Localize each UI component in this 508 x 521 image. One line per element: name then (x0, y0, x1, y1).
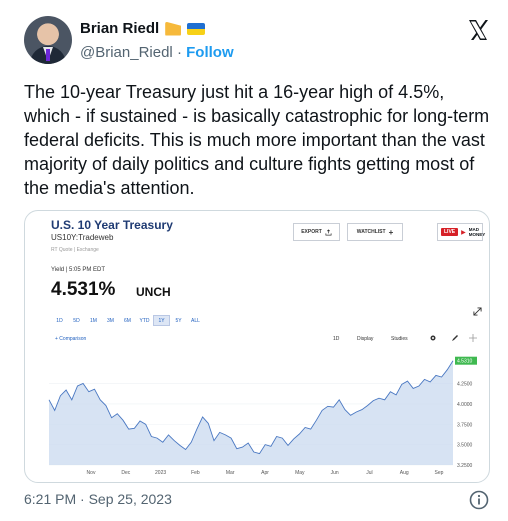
range-1m: 1M (90, 317, 97, 324)
watchlist-label: WATCHLIST (356, 229, 386, 235)
yield-timestamp: Yield | 5:05 PM EDT (51, 267, 106, 273)
author-handle[interactable]: @Brian_Riedl (80, 44, 173, 61)
pencil-icon (452, 335, 458, 341)
yield-value: 4.531% (51, 279, 116, 300)
gear-icon (430, 335, 436, 341)
x-logo-icon[interactable] (466, 18, 490, 42)
range-selector: 1D 5D 1M 3M 6M YTD 1Y 5Y ALL (51, 315, 204, 326)
range-all: ALL (191, 317, 200, 324)
y-tick-label: 3.7500 (457, 422, 473, 428)
quote-title: U.S. 10 Year Treasury (51, 218, 173, 232)
range-3m: 3M (107, 317, 114, 324)
x-tick-label: Mar (226, 470, 235, 476)
x-tick-label: Jun (331, 470, 339, 476)
live-badge: LIVE (441, 228, 459, 236)
tweet-text: The 10-year Treasury just hit a 16-year … (24, 82, 490, 198)
expand-icon (473, 307, 482, 316)
interval-select: 1D (333, 336, 340, 342)
play-icon: ▶ (461, 229, 466, 236)
range-5y: 5Y (175, 317, 182, 324)
chart-toolbar: + Comparison 1D Display Studies (51, 333, 481, 347)
x-tick-label: Sep (435, 470, 444, 476)
x-tick-label: Jul (366, 470, 372, 476)
comparison-button: + Comparison (55, 336, 87, 342)
export-button: EXPORT (293, 223, 340, 241)
author-handle-row: @Brian_Riedl · Follow (80, 44, 234, 61)
range-6m: 6M (124, 317, 131, 324)
yield-change: UNCH (136, 285, 171, 299)
cheese-emoji-icon (165, 21, 182, 36)
export-icon (325, 228, 332, 235)
treasury-yield-chart: 4.2500 4.0000 3.7500 3.5000 3.2500 Nov Dec 2023… (48, 356, 477, 476)
x-tick-label: May (295, 470, 305, 476)
tweet-timestamp[interactable]: 6:21 PM · Sep 25, 2023 (24, 491, 172, 507)
x-tick-label: Apr (261, 470, 269, 476)
display-select: Display (357, 336, 374, 342)
tweet-header: Brian Riedl @Brian_Riedl · Follow (24, 16, 494, 70)
ukraine-flag-icon (187, 22, 206, 35)
range-1y: 1Y (153, 315, 170, 326)
y-tick-label: 4.2500 (457, 382, 473, 388)
quote-exchange: RT Quote | Exchange (51, 247, 99, 253)
author-avatar[interactable] (24, 16, 72, 64)
quote-symbol: US10Y:Tradeweb (51, 233, 114, 242)
x-tick-label: Aug (400, 470, 409, 476)
author-name[interactable]: Brian Riedl (80, 20, 159, 37)
follow-link[interactable]: Follow (186, 44, 234, 61)
y-tick-label: 4.0000 (457, 402, 473, 408)
last-value-label: 4.5310 (457, 359, 473, 365)
range-5d: 5D (73, 317, 80, 324)
comment-icon (489, 333, 490, 342)
range-ytd: YTD (139, 317, 150, 324)
studies-select: Studies (391, 336, 408, 342)
embedded-chart-image[interactable]: U.S. 10 Year Treasury US10Y:Tradeweb RT … (24, 210, 490, 483)
y-tick-label: 3.5000 (457, 443, 473, 449)
x-tick-label: Dec (121, 470, 130, 476)
range-1d: 1D (56, 317, 63, 324)
x-tick-label: Feb (191, 470, 200, 476)
handle-separator: · (172, 44, 187, 61)
export-label: EXPORT (301, 229, 322, 235)
watchlist-button: WATCHLIST + (347, 223, 403, 241)
y-tick-label: 3.2500 (457, 463, 473, 469)
info-icon[interactable] (469, 490, 489, 510)
mad-money-label: MAD MONEY (468, 227, 486, 237)
author-name-row: Brian Riedl (80, 20, 206, 37)
x-tick-label: 2023 (155, 470, 166, 476)
x-tick-label: Nov (87, 470, 96, 476)
live-tv-button: LIVE ▶ MAD MONEY (437, 223, 486, 241)
crosshair-icon (469, 334, 477, 342)
plus-icon: + (388, 227, 394, 237)
